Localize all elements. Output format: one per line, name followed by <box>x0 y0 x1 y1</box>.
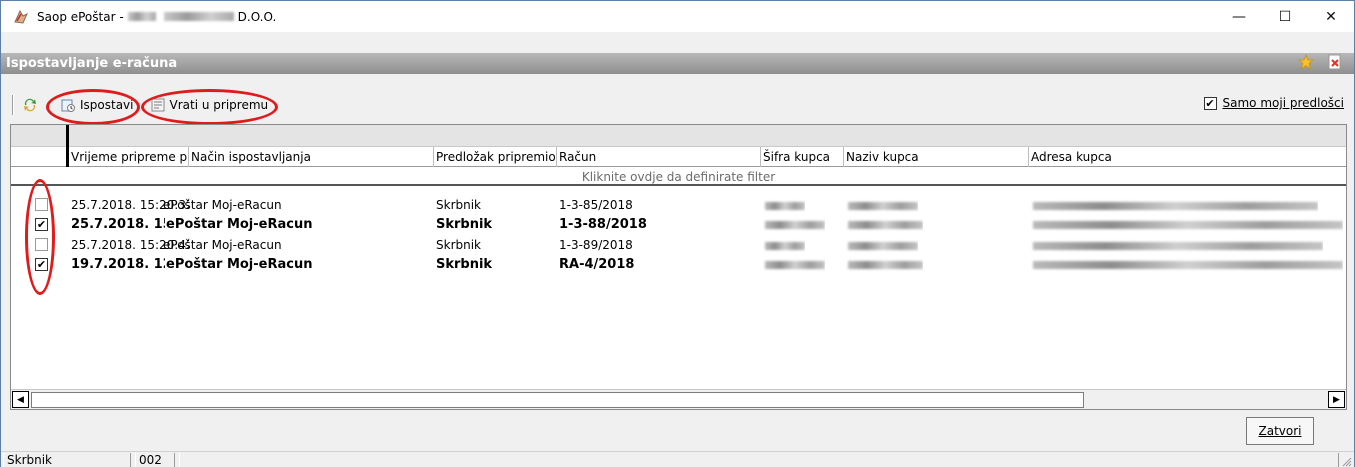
cell-racun: 1-3-88/2018 <box>559 217 647 232</box>
table-row[interactable]: 25.7.2018. 15:20:32 ePoštar Moj-eRacun S… <box>11 195 1346 215</box>
cell-nacin: ePoštar Moj-eRacun <box>163 198 282 212</box>
header-naziv[interactable]: Naziv kupca <box>844 147 1029 167</box>
header-vrijeme[interactable]: Vrijeme pripreme pre <box>69 147 189 167</box>
cell-predlozak: Skrbnik <box>436 217 493 232</box>
window-controls: — ☐ ✕ <box>1216 1 1354 32</box>
module-actions <box>1297 53 1342 74</box>
vrati-u-pripremu-button[interactable]: Vrati u pripremu <box>146 94 273 116</box>
ispostavi-label: Ispostavi <box>80 98 134 112</box>
cell-predlozak: Skrbnik <box>436 198 482 212</box>
window-title: Saop ePoštar - D.O.O. <box>37 10 276 24</box>
cell-adresa-redacted <box>1031 215 1343 235</box>
cell-naziv-redacted <box>846 195 918 215</box>
horizontal-scrollbar[interactable]: ◀ ▶ <box>11 389 1346 409</box>
scroll-right-button[interactable]: ▶ <box>1328 391 1345 408</box>
window-title-suffix: D.O.O. <box>237 9 277 24</box>
cell-naziv-redacted <box>846 235 918 255</box>
row-checkbox[interactable]: ✔ <box>35 218 48 231</box>
header-racun[interactable]: Račun <box>557 147 761 167</box>
favorite-star-icon[interactable] <box>1297 53 1315 73</box>
header-predlozak[interactable]: Predložak pripremio <box>434 147 557 167</box>
status-message <box>179 453 1339 467</box>
window-title-prefix: Saop ePoštar - <box>37 9 124 24</box>
row-checkbox[interactable] <box>35 238 48 251</box>
close-module-icon[interactable] <box>1328 54 1342 73</box>
table-row[interactable]: ✔ 25.7.2018. 15:20:3 ePoštar Moj-eRacun … <box>11 215 1346 235</box>
cell-nacin: ePoštar Moj-eRacun <box>163 238 282 252</box>
redacted-name <box>127 12 156 21</box>
cell-sifra-redacted <box>763 215 825 235</box>
cell-vrijeme: 19.7.2018. 12:31:1 <box>71 257 165 272</box>
return-to-preparation-icon <box>151 98 164 112</box>
cell-racun: RA-4/2018 <box>559 257 635 272</box>
table-row[interactable]: ✔ 19.7.2018. 12:31:1 ePoštar Moj-eRacun … <box>11 255 1346 275</box>
cell-nacin: ePoštar Moj-eRacun <box>166 217 313 232</box>
cell-predlozak: Skrbnik <box>436 238 482 252</box>
redacted-name <box>163 12 234 21</box>
module-title: Ispostavljanje e-računa <box>6 56 178 71</box>
samo-moji-label: Samo moji predlošci <box>1222 96 1344 110</box>
maximize-button[interactable]: ☐ <box>1262 1 1308 32</box>
cell-sifra-redacted <box>763 195 805 215</box>
title-bar[interactable]: Saop ePoštar - D.O.O. — ☐ ✕ <box>1 1 1354 32</box>
cell-adresa-redacted <box>1031 235 1323 255</box>
row-checkbox[interactable] <box>35 198 48 211</box>
group-by-band[interactable] <box>11 125 1346 147</box>
table-row[interactable]: 25.7.2018. 15:20:42 ePoštar Moj-eRacun S… <box>11 235 1346 255</box>
module-title-bar: Ispostavljanje e-računa <box>1 53 1354 74</box>
cell-adresa-redacted <box>1031 195 1318 215</box>
app-icon <box>11 7 31 27</box>
row-checkbox[interactable]: ✔ <box>35 258 48 271</box>
column-drag-indicator <box>66 125 69 167</box>
cell-naziv-redacted <box>846 255 923 275</box>
refresh-icon <box>24 98 36 112</box>
vrati-label: Vrati u pripremu <box>169 98 269 112</box>
send-invoice-icon <box>61 99 75 112</box>
cell-naziv-redacted <box>846 215 923 235</box>
cell-sifra-redacted <box>763 255 825 275</box>
cell-racun: 1-3-89/2018 <box>559 238 633 252</box>
status-bar: Skrbnik 002 <box>1 451 1354 467</box>
filter-row[interactable]: Kliknite ovdje da definirate filter <box>11 168 1346 186</box>
toolbar: Ispostavi Vrati u pripremu <box>1 92 1354 118</box>
zatvori-label: Zatvori <box>1258 424 1302 438</box>
samo-moji-predlosci-checkbox[interactable]: ✔ Samo moji predlošci <box>1203 96 1344 110</box>
scroll-left-button[interactable]: ◀ <box>12 391 29 408</box>
close-button[interactable]: ✕ <box>1308 1 1354 32</box>
status-user: Skrbnik <box>3 453 131 467</box>
header-nacin[interactable]: Način ispostavljanja <box>189 147 434 167</box>
scroll-thumb[interactable] <box>31 392 1084 408</box>
cell-nacin: ePoštar Moj-eRacun <box>166 257 313 272</box>
ispostavi-button[interactable]: Ispostavi <box>56 94 138 116</box>
cell-racun: 1-3-85/2018 <box>559 198 633 212</box>
cell-adresa-redacted <box>1031 255 1343 275</box>
resize-grip-icon[interactable] <box>1340 455 1352 467</box>
header-select[interactable] <box>11 147 69 167</box>
invoice-grid: Vrijeme pripreme pre Način ispostavljanj… <box>10 124 1347 410</box>
app-window: Saop ePoštar - D.O.O. — ☐ ✕ Ispostavljan… <box>0 0 1355 467</box>
minimize-button[interactable]: — <box>1216 1 1262 32</box>
cell-vrijeme: 25.7.2018. 15:20:3 <box>71 217 165 232</box>
header-sifra[interactable]: Šifra kupca <box>761 147 844 167</box>
grid-header: Vrijeme pripreme pre Način ispostavljanj… <box>11 147 1346 167</box>
header-adresa[interactable]: Adresa kupca <box>1029 147 1346 167</box>
samo-moji-checkbox-box[interactable]: ✔ <box>1203 96 1217 110</box>
toolbar-separator <box>12 95 14 115</box>
status-code: 002 <box>135 453 175 467</box>
refresh-button[interactable] <box>18 94 46 116</box>
cell-sifra-redacted <box>763 235 805 255</box>
zatvori-button[interactable]: Zatvori <box>1246 417 1314 445</box>
cell-predlozak: Skrbnik <box>436 257 493 272</box>
